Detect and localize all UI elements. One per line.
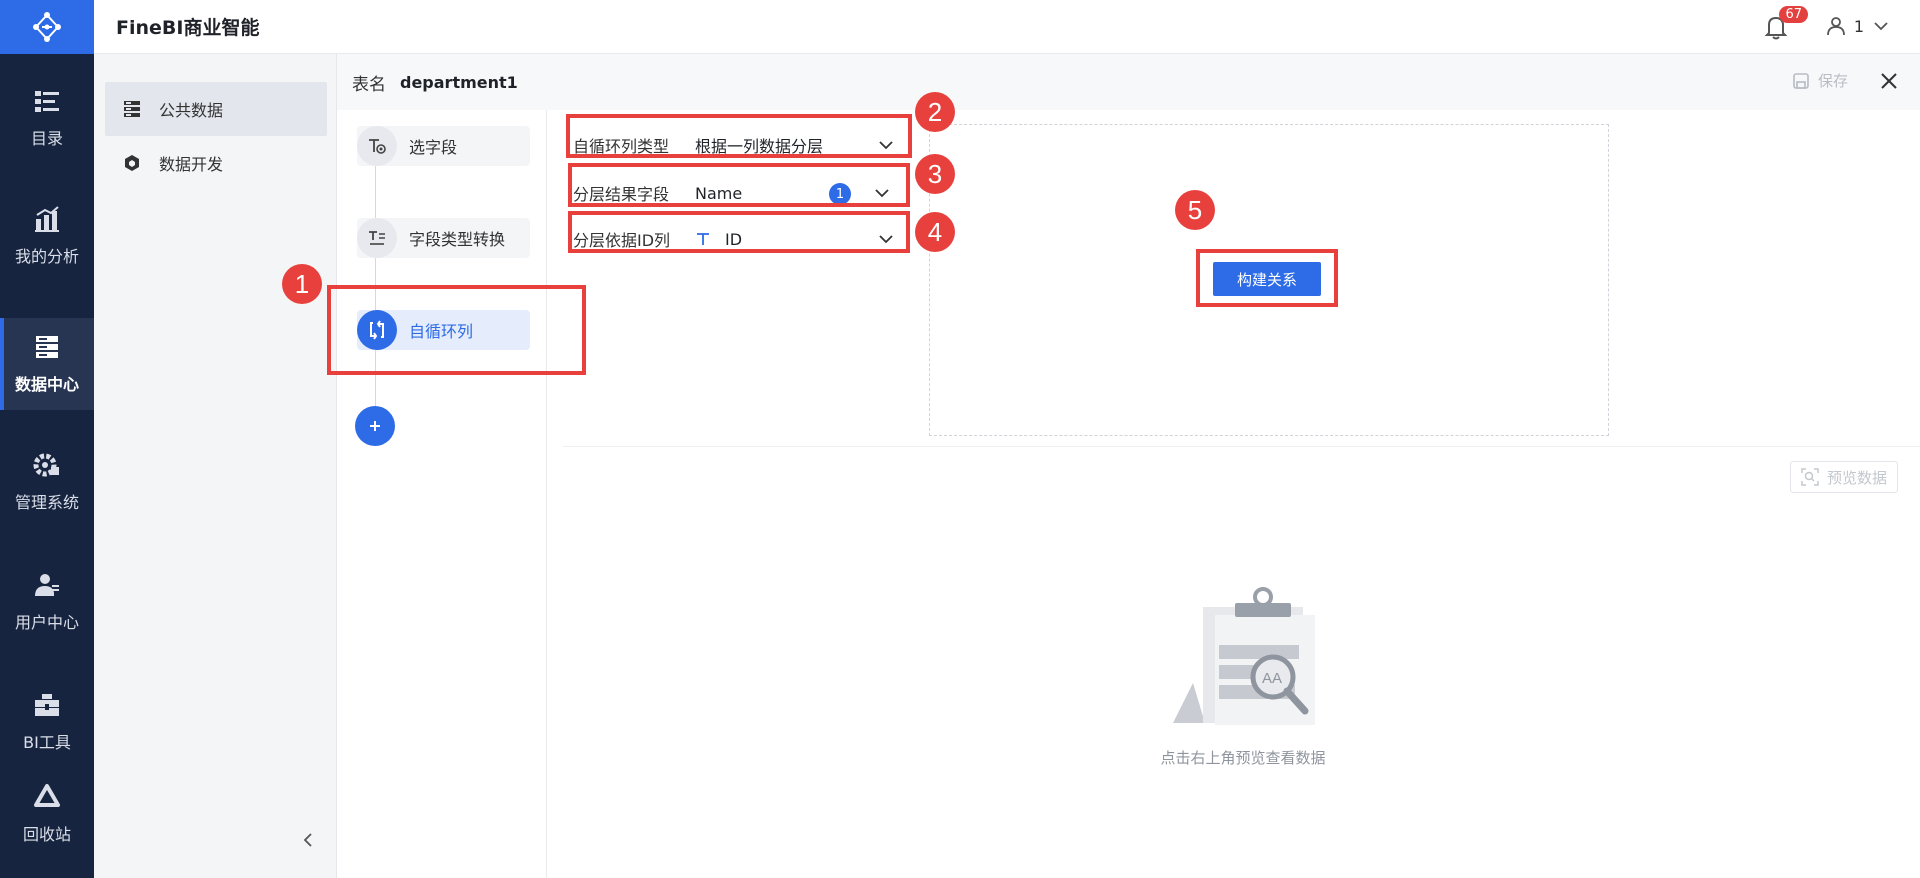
sub-item-public-data[interactable]: 公共数据 — [105, 82, 327, 136]
annotation-badge-4: 4 — [915, 212, 955, 252]
step-label: 选字段 — [409, 138, 458, 157]
nav-item-recycle-bin[interactable]: 回收站 — [0, 768, 94, 860]
save-button[interactable]: 保存 — [1792, 70, 1848, 91]
step-select-fields[interactable]: 选字段 — [357, 126, 530, 166]
sub-item-label: 公共数据 — [159, 101, 224, 120]
table-name[interactable]: department1 — [400, 73, 518, 92]
sub-item-data-dev[interactable]: 数据开发 — [105, 136, 327, 190]
annotation-badge-1: 1 — [282, 264, 322, 304]
step-dot — [357, 218, 397, 258]
top-header: FineBI商业智能 67 1 — [94, 0, 1920, 54]
close-icon[interactable] — [1878, 70, 1900, 92]
user-name: 1 — [1853, 16, 1864, 36]
annotation-box-3 — [568, 163, 910, 207]
database-icon — [36, 336, 58, 358]
gear-icon — [33, 453, 59, 477]
step-dot — [357, 126, 397, 166]
preview-data-button[interactable]: 预览数据 — [1789, 461, 1898, 493]
left-nav: 目录 我的分析 数据中心 管理系统 用户中心 BI工具 回收站 — [0, 0, 94, 878]
nav-item-catalog[interactable]: 目录 — [0, 72, 94, 164]
nav-item-management[interactable]: 管理系统 — [0, 436, 94, 528]
nav-item-user-center[interactable]: 用户中心 — [0, 556, 94, 648]
sub-sidebar: 公共数据 数据开发 — [94, 54, 337, 878]
preview-data-label: 预览数据 — [1826, 468, 1887, 487]
save-label: 保存 — [1817, 72, 1848, 90]
collapse-icon[interactable] — [298, 830, 318, 850]
preview-icon — [1801, 468, 1819, 486]
sub-item-label: 数据开发 — [159, 155, 224, 174]
table-name-label: 表名 — [352, 74, 386, 95]
nav-item-bi-tools[interactable]: BI工具 — [0, 676, 94, 768]
illustration-text: AA — [1262, 670, 1282, 687]
type-convert-icon — [369, 231, 385, 245]
step-label: 字段类型转换 — [409, 230, 506, 249]
cube-icon — [125, 155, 139, 171]
notification-badge: 67 — [1779, 6, 1808, 23]
recycle-icon — [34, 784, 60, 807]
nav-label: 数据中心 — [14, 375, 79, 394]
table-header: 表名 department1 保存 — [337, 54, 1920, 110]
nav-label: 管理系统 — [14, 493, 79, 512]
step-type-convert[interactable]: 字段类型转换 — [357, 218, 530, 258]
annotation-badge-3: 3 — [915, 154, 955, 194]
annotation-badge-5: 5 — [1175, 190, 1215, 230]
user-icon — [1826, 17, 1845, 36]
table-icon — [124, 101, 140, 117]
nav-label: 回收站 — [22, 825, 71, 844]
chart-icon — [35, 206, 59, 232]
steps-panel: 选字段 字段类型转换 自循环列 — [337, 110, 547, 878]
empty-hint: 点击右上角预览查看数据 — [1160, 749, 1326, 767]
app-title: FineBI商业智能 — [116, 17, 260, 39]
add-step-button[interactable] — [355, 406, 395, 446]
logo-icon — [33, 12, 61, 42]
nav-item-data-center[interactable]: 数据中心 — [0, 318, 94, 410]
annotation-box-5 — [1196, 249, 1338, 307]
toolbox-icon — [35, 694, 59, 716]
nav-label: 用户中心 — [14, 613, 79, 632]
preview-panel: 预览数据 AA 点击右上角预览查看数据 — [563, 446, 1920, 878]
annotation-box-1 — [327, 285, 586, 375]
nav-label: 我的分析 — [14, 247, 79, 266]
nav-item-my-analysis[interactable]: 我的分析 — [0, 190, 94, 282]
user-icon — [35, 574, 59, 596]
nav-label: 目录 — [30, 129, 63, 148]
plus-icon — [370, 421, 380, 431]
empty-clipboard-icon: AA — [1173, 587, 1315, 725]
field-select-icon — [369, 139, 386, 154]
nav-label: BI工具 — [23, 733, 71, 752]
user-menu[interactable]: 1 — [1826, 16, 1890, 36]
save-icon — [1793, 72, 1809, 89]
chevron-down-icon — [1874, 22, 1888, 31]
annotation-box-2 — [566, 114, 912, 158]
annotation-badge-2: 2 — [915, 92, 955, 132]
list-icon — [35, 91, 59, 112]
annotation-box-4 — [568, 211, 910, 253]
logo[interactable] — [0, 0, 94, 54]
